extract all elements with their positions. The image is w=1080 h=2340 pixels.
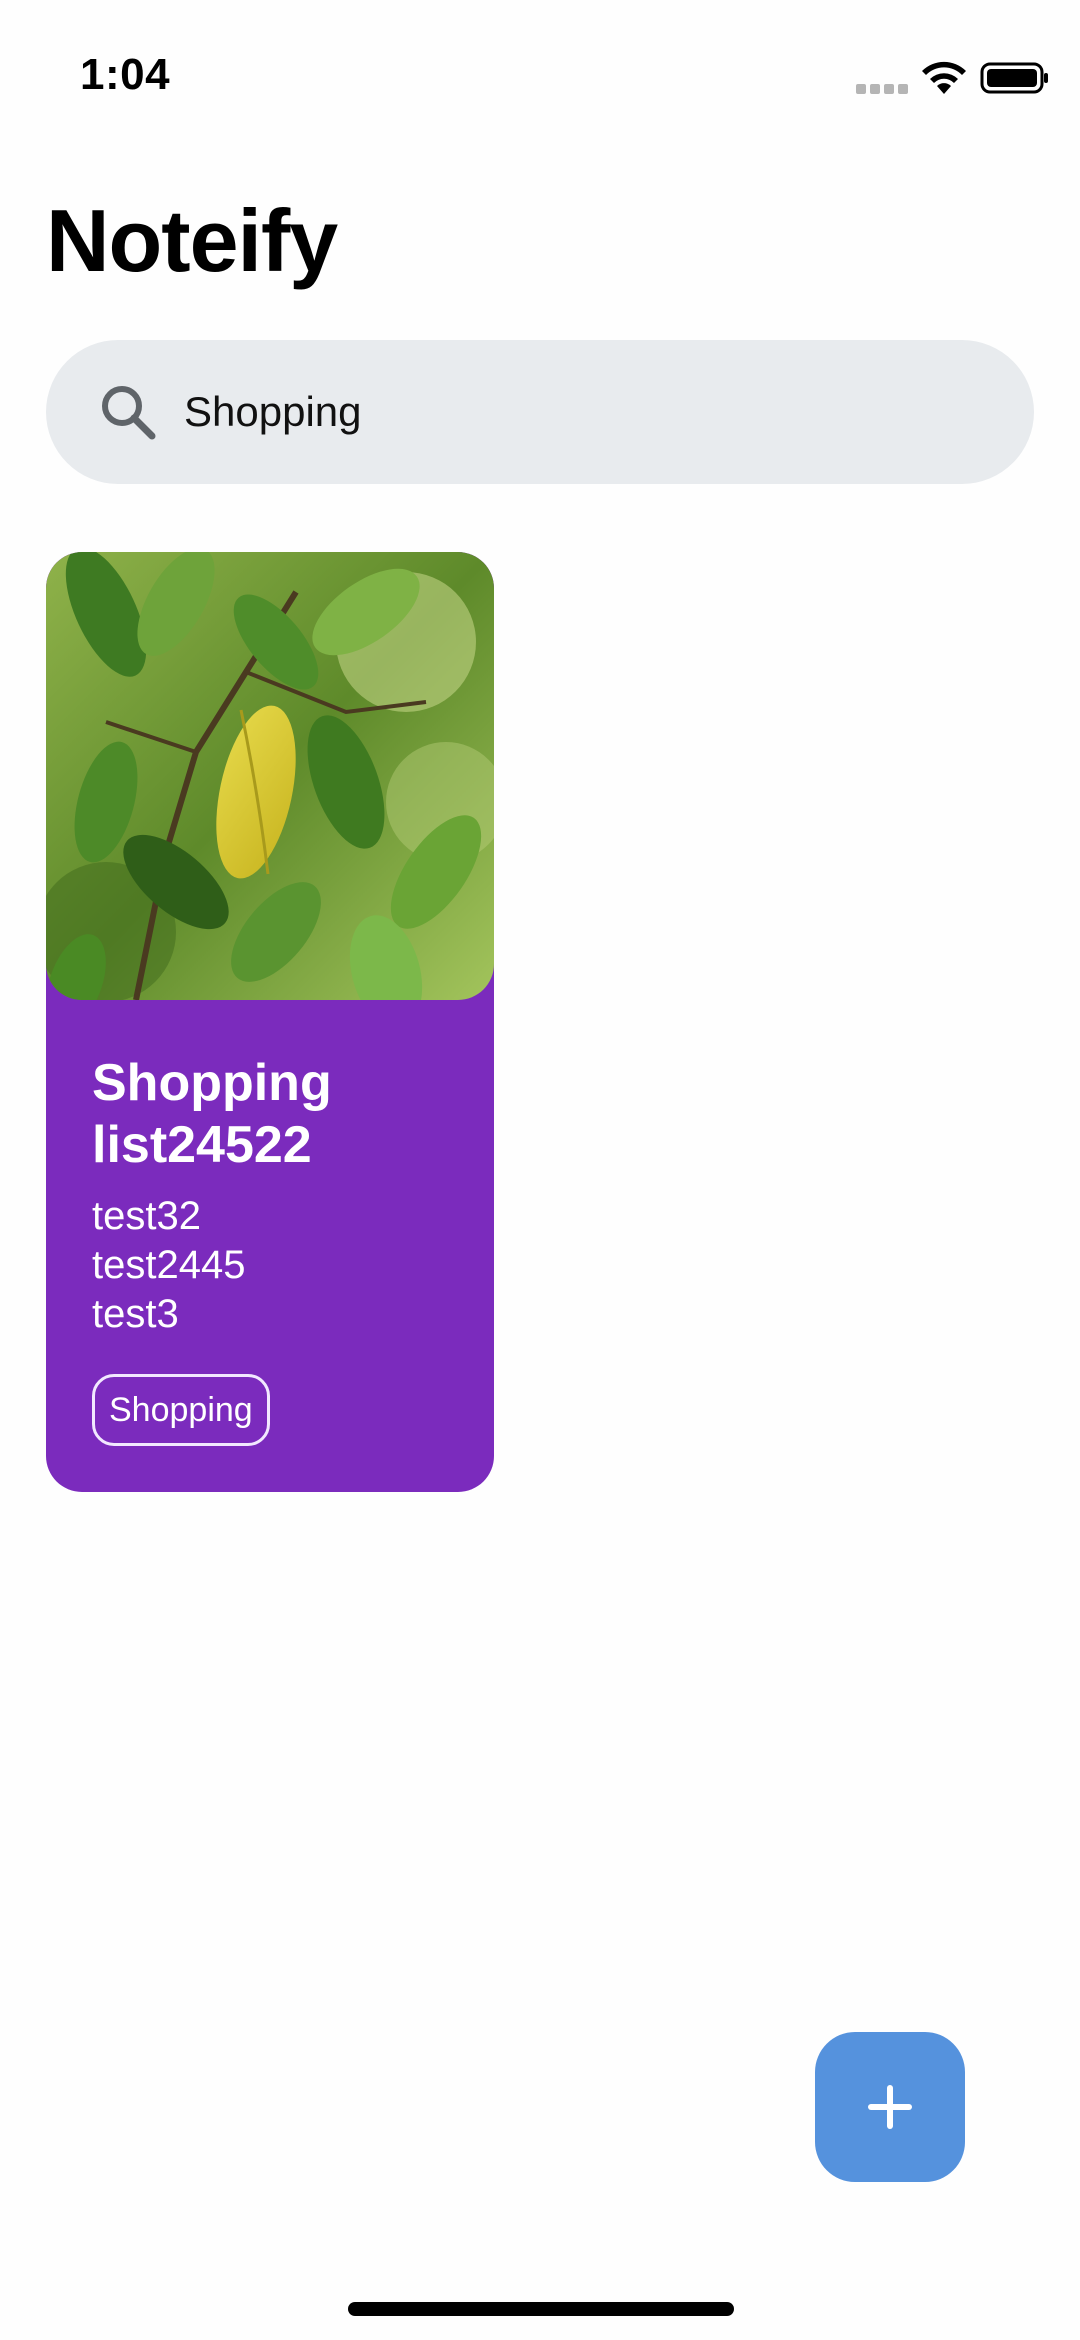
status-time: 1:04	[80, 50, 171, 99]
note-line: test32	[92, 1194, 201, 1238]
status-bar: 1:04	[0, 0, 1080, 150]
page-title: Noteify	[46, 191, 338, 290]
plus-icon	[868, 2085, 912, 2129]
note-card[interactable]: Shopping list24522 test32 test2445 test3…	[46, 552, 494, 1492]
wifi-icon	[922, 61, 966, 94]
note-title: Shopping list24522	[92, 1054, 332, 1174]
search-icon	[102, 386, 156, 440]
note-image	[46, 552, 494, 1000]
note-body: test32 test2445 test3	[92, 1192, 245, 1339]
note-line: test2445	[92, 1243, 246, 1287]
signal-dots-icon	[856, 84, 908, 94]
search-input[interactable]	[184, 372, 984, 452]
battery-icon	[980, 62, 1048, 94]
add-note-button[interactable]	[815, 2032, 965, 2182]
search-bar[interactable]	[46, 340, 1034, 484]
note-line: test3	[92, 1292, 179, 1336]
home-indicator	[348, 2302, 734, 2316]
note-tag[interactable]: Shopping	[92, 1374, 270, 1446]
